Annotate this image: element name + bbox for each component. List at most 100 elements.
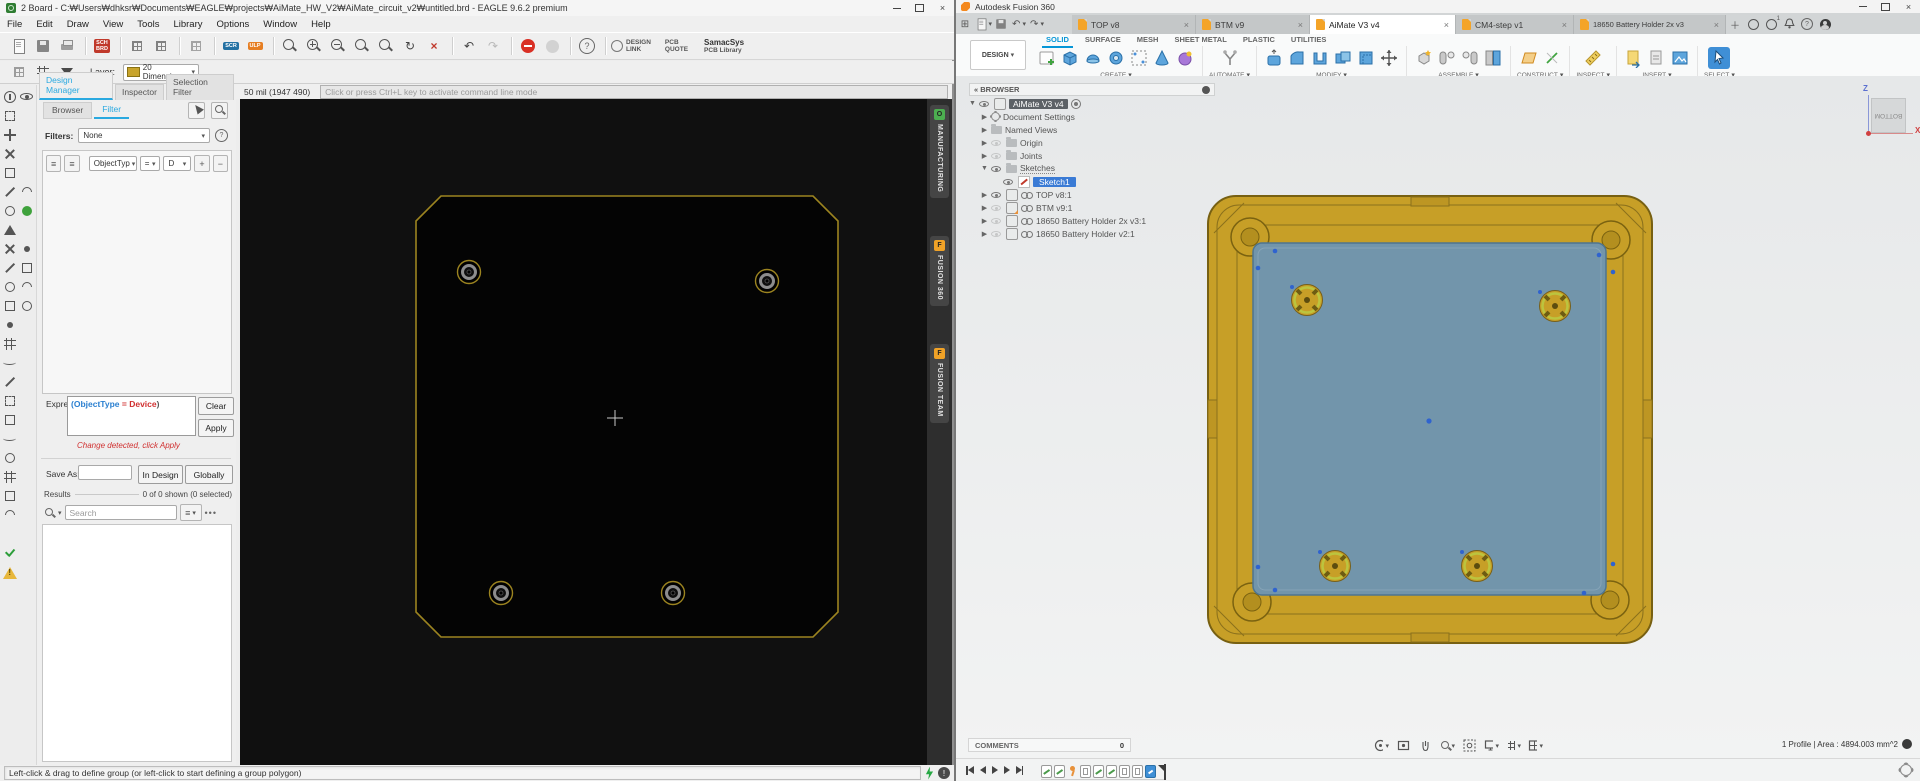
visibility-eye-icon[interactable]: [1003, 177, 1015, 187]
save-as-input[interactable]: [78, 465, 132, 480]
errors-warning-icon[interactable]: [2, 565, 18, 581]
timeline-active-sketch-feature[interactable]: [1145, 765, 1156, 778]
job-status-icon[interactable]: 1: [1762, 15, 1780, 33]
select-group-icon[interactable]: [2, 108, 18, 124]
expand-arrow-icon[interactable]: ▶: [981, 230, 988, 238]
arc-icon[interactable]: [19, 279, 35, 295]
paste-icon[interactable]: [19, 241, 35, 257]
more-options-icon[interactable]: •••: [205, 508, 217, 518]
shell-icon[interactable]: [1309, 47, 1331, 69]
browser-display-settings-icon[interactable]: [1202, 86, 1210, 94]
tree-item-joints[interactable]: ▶ Joints: [969, 149, 1042, 162]
subtab-filter[interactable]: Filter: [94, 102, 129, 119]
create-form-icon[interactable]: [1174, 47, 1196, 69]
cut-icon[interactable]: [2, 241, 18, 257]
combine-icon[interactable]: [1332, 47, 1354, 69]
configure-icon[interactable]: [1219, 47, 1241, 69]
insert-derive-icon[interactable]: [1623, 47, 1645, 69]
open-icon[interactable]: [8, 35, 30, 57]
tree-item-label[interactable]: AiMate V3 v4: [1009, 99, 1068, 109]
cylinder-icon[interactable]: [1105, 47, 1127, 69]
rect-icon[interactable]: [19, 260, 35, 276]
tree-item-sketches[interactable]: ▼ Sketches: [969, 162, 1055, 175]
timeline-sketch-feature[interactable]: [1054, 765, 1065, 778]
close-tab-icon[interactable]: ×: [1292, 20, 1303, 30]
tree-item-label[interactable]: Document Settings: [1003, 112, 1075, 122]
look-at-icon[interactable]: [1396, 738, 1411, 753]
select-tool-icon[interactable]: [1708, 47, 1730, 69]
group-icon[interactable]: [19, 203, 35, 219]
close-tab-icon[interactable]: ×: [1438, 20, 1449, 30]
box-icon[interactable]: [1059, 47, 1081, 69]
doc-tab-aimate-v3-v4[interactable]: AiMate V3 v4×: [1310, 15, 1456, 34]
model-bottom-view[interactable]: [1206, 195, 1656, 645]
redo-icon[interactable]: ↷: [1028, 15, 1046, 33]
construction-axis-icon[interactable]: [1541, 47, 1563, 69]
filters-select[interactable]: None: [78, 128, 210, 143]
tree-item-origin[interactable]: ▶ Origin: [969, 136, 1043, 149]
move-copy-icon[interactable]: [1378, 47, 1400, 69]
zoom-fit-icon[interactable]: [279, 35, 301, 57]
expand-arrow-icon[interactable]: ▶: [981, 113, 988, 121]
condition-field-select[interactable]: ObjectTyp: [89, 156, 137, 171]
timeline-play-icon[interactable]: [990, 764, 1000, 776]
tree-item-label[interactable]: Named Views: [1005, 125, 1057, 135]
drc-check-icon[interactable]: [2, 546, 18, 562]
command-line-input[interactable]: [321, 86, 947, 98]
app-grid-icon[interactable]: ⊞: [956, 15, 974, 33]
pick-select-icon[interactable]: [188, 102, 205, 119]
timeline-position-marker[interactable]: [1158, 765, 1165, 772]
mounting-hole-2[interactable]: [756, 270, 779, 293]
menu-tools[interactable]: Tools: [130, 19, 166, 30]
close-tab-icon[interactable]: ×: [1708, 20, 1719, 30]
route-icon[interactable]: [2, 374, 18, 390]
sheet-icon[interactable]: [185, 35, 207, 57]
create-sketch-icon[interactable]: [1036, 47, 1058, 69]
move-icon[interactable]: [2, 127, 18, 143]
in-design-button[interactable]: In Design: [138, 465, 183, 484]
outdent-condition-icon[interactable]: ≡: [64, 155, 79, 172]
zoom-out-icon[interactable]: [327, 35, 349, 57]
user-avatar[interactable]: [1816, 15, 1834, 33]
subtab-browser[interactable]: Browser: [43, 102, 92, 119]
stop-icon[interactable]: [517, 35, 539, 57]
offset-face-icon[interactable]: [1355, 47, 1377, 69]
press-pull-icon[interactable]: [1263, 47, 1285, 69]
tree-item-label[interactable]: Sketches: [1020, 163, 1055, 174]
menu-options[interactable]: Options: [210, 19, 257, 30]
zoom-redraw-icon[interactable]: [375, 35, 397, 57]
fusion-maximize-button[interactable]: [1874, 1, 1897, 13]
text-icon[interactable]: [2, 222, 18, 238]
tree-item-battery-holder-2x[interactable]: ▶ 18650 Battery Holder 2x v3:1: [969, 214, 1146, 227]
tab-inspector[interactable]: Inspector: [115, 84, 164, 100]
browser-header[interactable]: « BROWSER: [969, 83, 1215, 96]
add-condition-icon[interactable]: +: [194, 155, 209, 172]
expand-arrow-icon[interactable]: ▶: [981, 204, 988, 212]
menu-window[interactable]: Window: [256, 19, 304, 30]
tab-fusion-team[interactable]: F FUSION TEAM: [930, 344, 949, 423]
timeline-sketch-feature[interactable]: [1041, 765, 1052, 778]
timeline-component-feature[interactable]: [1119, 765, 1130, 778]
fusion-minimize-button[interactable]: [1851, 1, 1874, 13]
info-icon[interactable]: [2, 89, 18, 105]
comments-bar[interactable]: COMMENTS 0: [968, 738, 1131, 752]
result-list-options-icon[interactable]: ≡: [180, 504, 202, 521]
polygon-icon[interactable]: [2, 298, 18, 314]
notification-icon[interactable]: !: [938, 767, 950, 779]
design-link-button[interactable]: DESIGNLINK: [611, 39, 657, 54]
viewports-icon[interactable]: [1528, 738, 1543, 753]
condition-operator-select[interactable]: =: [140, 156, 161, 171]
eagle-maximize-button[interactable]: [908, 1, 931, 16]
eagle-board-canvas[interactable]: [240, 99, 927, 765]
expression-box[interactable]: (ObjectType = Device): [67, 396, 196, 436]
delete-icon[interactable]: [2, 146, 18, 162]
undo-icon[interactable]: ↶: [458, 35, 480, 57]
viewcube-face[interactable]: BOTTOM: [1871, 98, 1906, 133]
tree-item-battery-holder-v2[interactable]: ▶ 18650 Battery Holder v2:1: [969, 227, 1135, 240]
cancel-icon[interactable]: ×: [423, 35, 445, 57]
visibility-eye-icon[interactable]: [991, 216, 1003, 226]
mounting-hole-3[interactable]: [490, 582, 513, 605]
show-icon[interactable]: [19, 89, 35, 105]
pan-icon[interactable]: [1418, 738, 1433, 753]
undo-icon[interactable]: ↶: [1010, 15, 1028, 33]
